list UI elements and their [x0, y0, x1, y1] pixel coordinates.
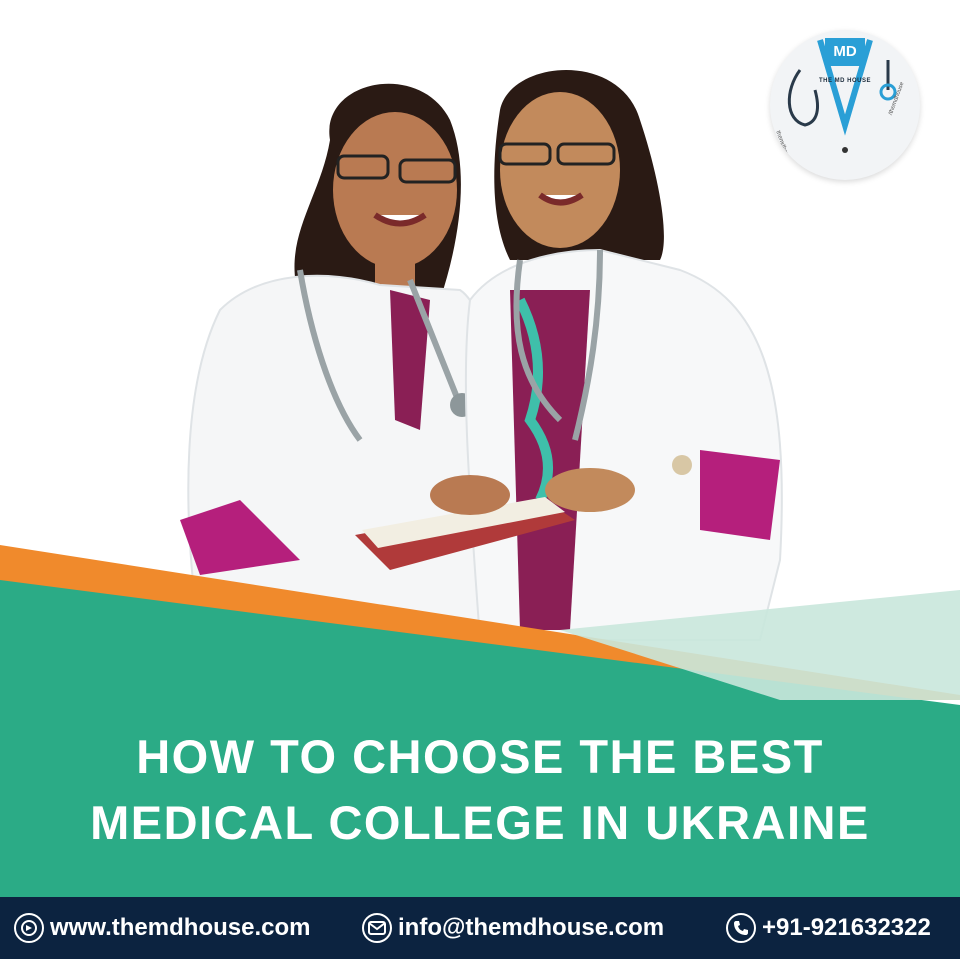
- headline-line-1: HOW TO CHOOSE THE BEST: [136, 730, 824, 783]
- email-icon: [362, 913, 392, 943]
- footer-email-text: info@themdhouse.com: [398, 914, 665, 941]
- md-house-logo[interactable]: MD THE MD HOUSE themdhouse.com /themdhou…: [770, 30, 920, 180]
- footer-phone[interactable]: +91-921632322: [726, 897, 931, 959]
- footer-website[interactable]: www.themdhouse.com: [14, 897, 310, 959]
- footer-email[interactable]: info@themdhouse.com: [362, 897, 664, 959]
- phone-icon: [726, 913, 756, 943]
- logo-name: THE MD HOUSE: [818, 78, 871, 84]
- website-icon: [14, 913, 44, 943]
- footer-website-text: www.themdhouse.com: [50, 914, 311, 941]
- contact-footer: www.themdhouse.com info@themdhouse.com +…: [0, 897, 960, 959]
- logo-mark: MD: [833, 43, 857, 60]
- footer-phone-text: +91-921632322: [762, 914, 931, 941]
- headline-line-2: MEDICAL COLLEGE IN UKRAINE: [90, 796, 870, 849]
- poster: HOW TO CHOOSE THE BEST MEDICAL COLLEGE I…: [0, 0, 960, 959]
